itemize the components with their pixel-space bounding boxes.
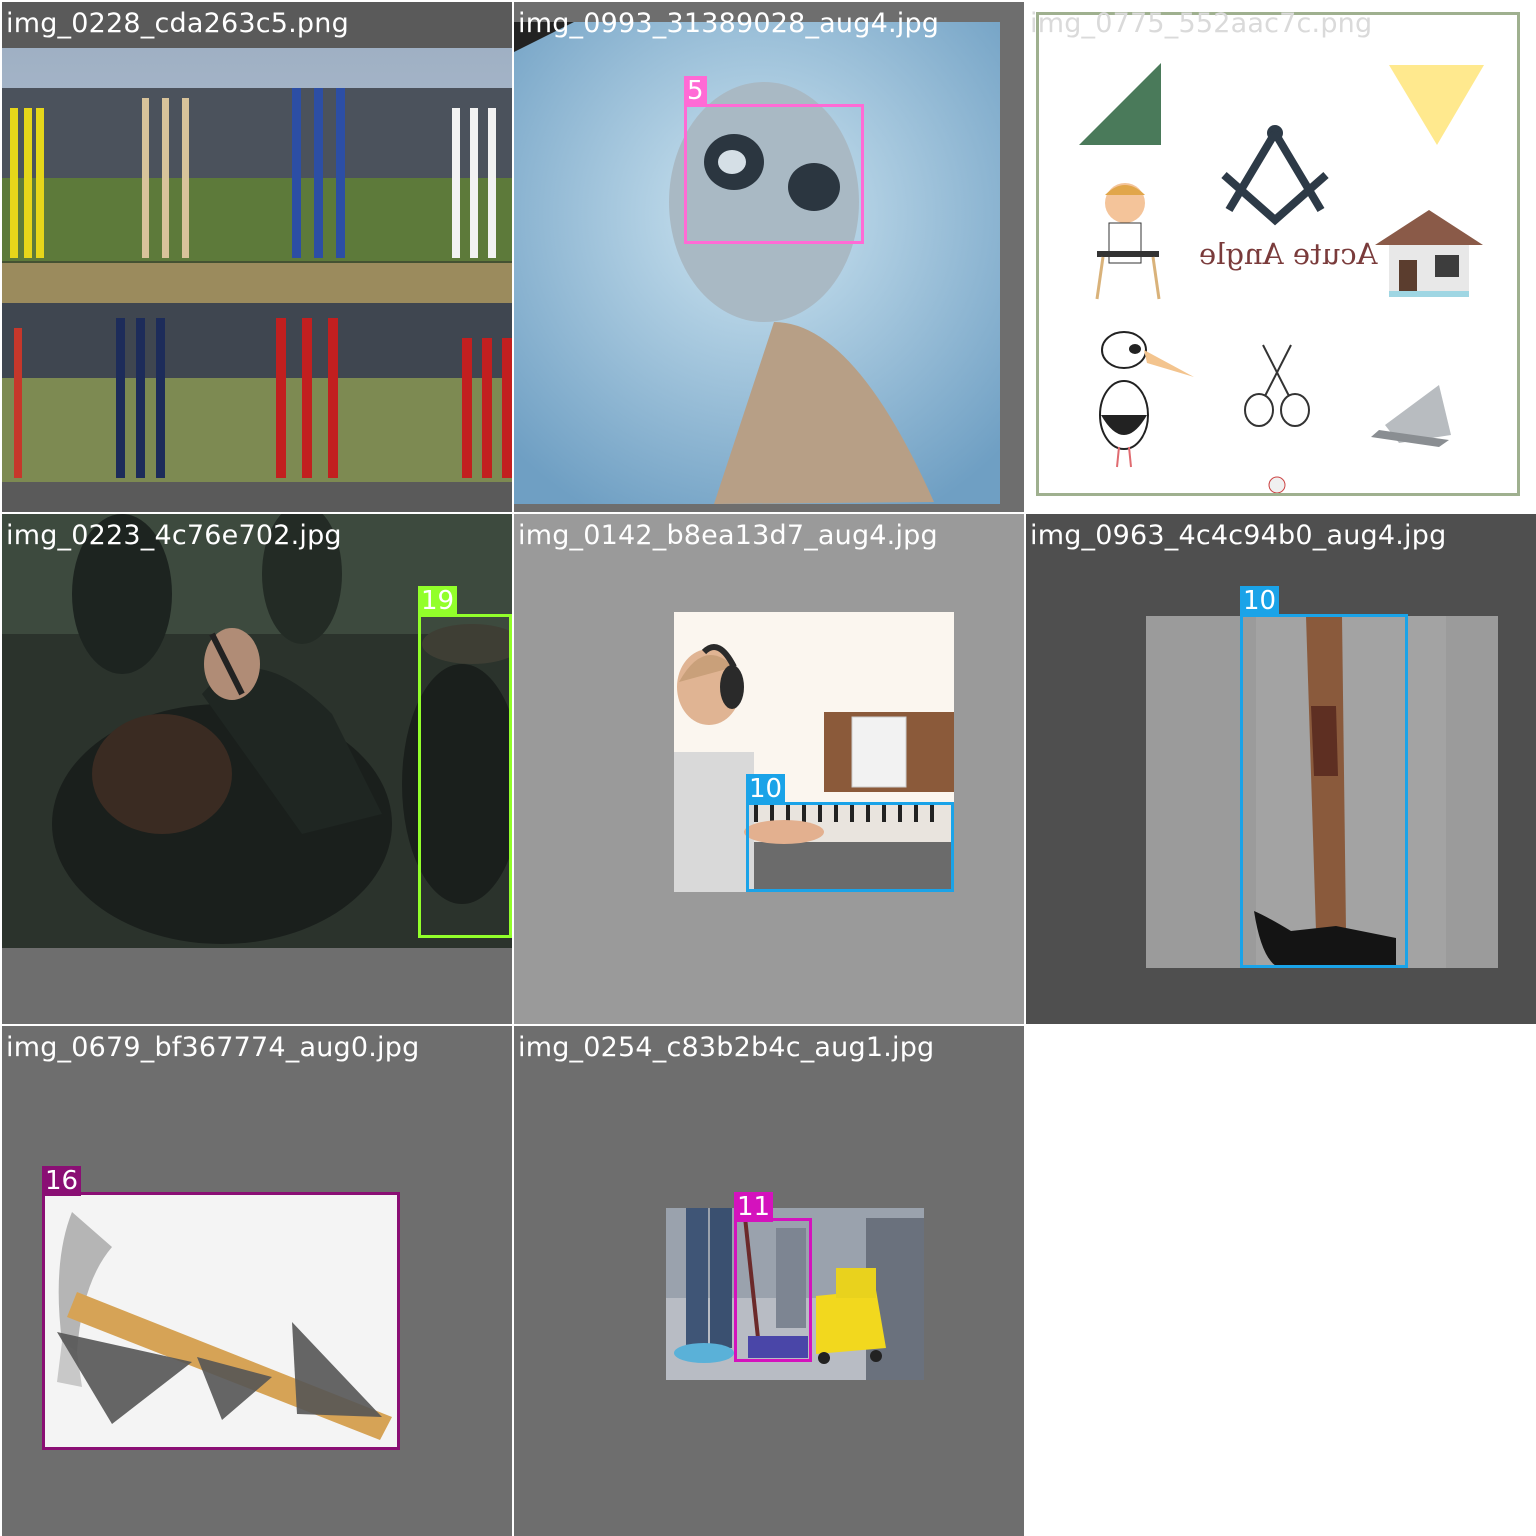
tile-hammer-upright[interactable]: 10 img_0963_4c4c94b0_aug4.jpg [1026, 514, 1536, 1024]
worksheet-caption: Acute Angle [1199, 237, 1378, 271]
mosaic-grid: img_0228_cda263c5.png 5 img_0993_3138902… [0, 0, 1536, 1536]
tile-cricket[interactable]: img_0228_cda263c5.png [2, 2, 512, 512]
cricket-mosaic-image [2, 48, 512, 482]
tile-filename: img_0963_4c4c94b0_aug4.jpg [1030, 520, 1447, 551]
tile-worksheet[interactable]: Acute Angle img_0775_552aac7c.png [1026, 2, 1536, 512]
detection-box[interactable] [1240, 614, 1408, 968]
triangle-shape [1079, 63, 1161, 145]
underwater-face-image [514, 22, 1000, 504]
tile-filename: img_0223_4c76e702.jpg [6, 520, 342, 551]
detection-box[interactable] [746, 802, 954, 892]
tile-filename: img_0775_552aac7c.png [1030, 8, 1373, 39]
detection-label: 11 [734, 1192, 774, 1222]
tile-mop[interactable]: 11 img_0254_c83b2b4c_aug1.jpg [514, 1026, 1024, 1536]
tile-empty [1026, 1026, 1536, 1536]
tile-piano[interactable]: 10 img_0142_b8ea13d7_aug4.jpg [514, 514, 1024, 1024]
tile-hammer-diagonal[interactable]: 16 img_0679_bf367774_aug0.jpg [2, 1026, 512, 1536]
tile-concert[interactable]: 19 img_0223_4c76e702.jpg [2, 514, 512, 1024]
detection-label: 16 [42, 1166, 82, 1196]
detection-label: 5 [684, 76, 707, 106]
tile-filename: img_0254_c83b2b4c_aug1.jpg [518, 1032, 935, 1063]
tile-filename: img_0679_bf367774_aug0.jpg [6, 1032, 420, 1063]
detection-box[interactable] [42, 1192, 400, 1450]
detection-box[interactable] [418, 614, 512, 938]
worksheet-image: Acute Angle [1036, 12, 1520, 496]
detection-box[interactable] [734, 1218, 812, 1362]
detection-label: 10 [746, 774, 786, 804]
tile-filename: img_0228_cda263c5.png [6, 8, 349, 39]
tile-filename: img_0142_b8ea13d7_aug4.jpg [518, 520, 938, 551]
tile-underwater[interactable]: 5 img_0993_31389028_aug4.jpg [514, 2, 1024, 512]
detection-box[interactable] [684, 104, 864, 244]
triangle-shape [1389, 65, 1484, 145]
tile-filename: img_0993_31389028_aug4.jpg [518, 8, 940, 39]
detection-label: 19 [418, 586, 458, 616]
detection-label: 10 [1240, 586, 1280, 616]
